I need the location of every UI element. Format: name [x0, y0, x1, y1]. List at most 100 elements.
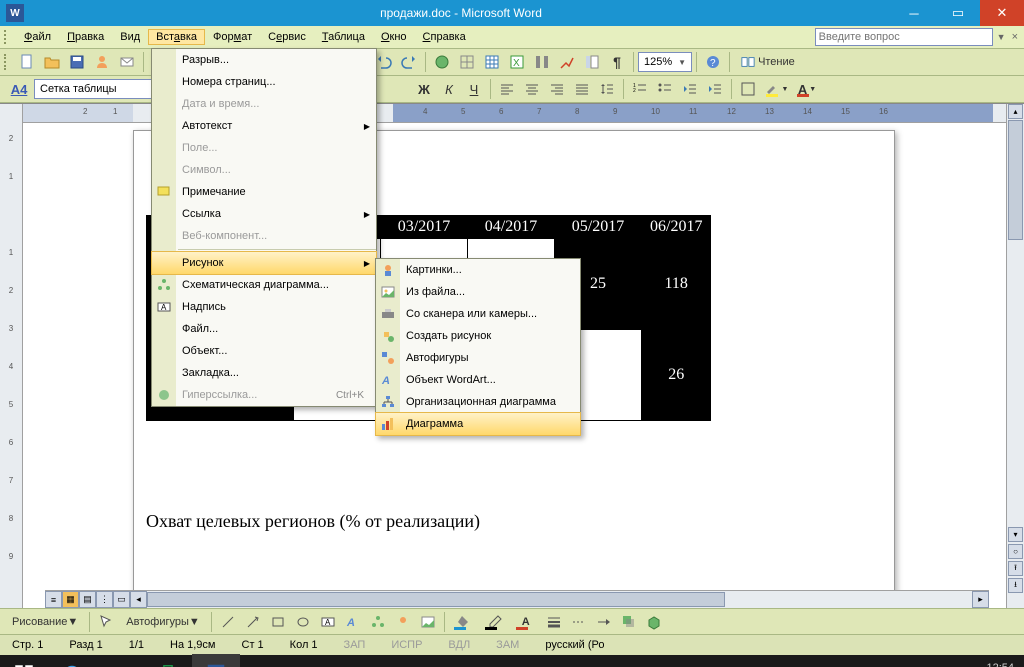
- scroll-down-button[interactable]: ▾: [1008, 527, 1023, 542]
- insert-clipart-button[interactable]: [391, 610, 415, 634]
- menu-item-clipart[interactable]: Картинки...: [376, 259, 580, 281]
- scroll-left-button[interactable]: ◂: [130, 591, 147, 608]
- arrow-button[interactable]: [241, 610, 265, 634]
- menu-item-from-file[interactable]: Из файла...: [376, 281, 580, 303]
- print-view-button[interactable]: ▤: [79, 591, 96, 608]
- close-button[interactable]: ✕: [980, 0, 1024, 26]
- toolbar-grip[interactable]: [4, 54, 12, 70]
- help-search-input[interactable]: [815, 28, 993, 46]
- menu-item-hyperlink[interactable]: Гиперссылка...Ctrl+K: [152, 384, 376, 406]
- arrow-style-button[interactable]: [592, 610, 616, 634]
- show-formatting-button[interactable]: ¶: [605, 50, 629, 74]
- highlight-button[interactable]: ▼: [761, 77, 791, 101]
- menu-item-object[interactable]: Объект...: [152, 340, 376, 362]
- taskbar-explorer[interactable]: [96, 655, 144, 667]
- menu-item-page-numbers[interactable]: Номера страниц...: [152, 71, 376, 93]
- permission-button[interactable]: [90, 50, 114, 74]
- insert-table-button[interactable]: [480, 50, 504, 74]
- toolbar-grip[interactable]: [4, 30, 12, 44]
- insert-diagram-button[interactable]: [366, 610, 390, 634]
- 3d-button[interactable]: [642, 610, 666, 634]
- align-center-button[interactable]: [520, 77, 544, 101]
- select-objects-button[interactable]: [94, 610, 118, 634]
- menu-item-file[interactable]: Файл...: [152, 318, 376, 340]
- status-ovr[interactable]: ЗАМ: [490, 639, 525, 651]
- hyperlink-button[interactable]: [430, 50, 454, 74]
- borders-button[interactable]: [736, 77, 760, 101]
- menu-item-new-drawing[interactable]: Создать рисунок: [376, 325, 580, 347]
- zoom-combo[interactable]: 125%▼: [638, 52, 692, 72]
- menu-edit[interactable]: Правка: [59, 29, 112, 45]
- menu-item-autoshapes[interactable]: Автофигуры: [376, 347, 580, 369]
- save-button[interactable]: [65, 50, 89, 74]
- table-style-combo[interactable]: Сетка таблицы▼: [34, 79, 170, 99]
- status-trk[interactable]: ИСПР: [385, 639, 428, 651]
- open-button[interactable]: [40, 50, 64, 74]
- taskbar-ie[interactable]: [48, 655, 96, 667]
- rectangle-button[interactable]: [266, 610, 290, 634]
- taskbar-word[interactable]: W: [192, 654, 240, 667]
- start-button[interactable]: [0, 655, 48, 667]
- new-doc-button[interactable]: [15, 50, 39, 74]
- menu-tools[interactable]: Сервис: [260, 29, 314, 45]
- help-button[interactable]: ?: [701, 50, 725, 74]
- scroll-thumb[interactable]: [1008, 120, 1023, 240]
- menu-item-diagram-schematic[interactable]: Схематическая диаграмма...: [152, 274, 376, 296]
- menu-item-scanner[interactable]: Со сканера или камеры...: [376, 303, 580, 325]
- normal-view-button[interactable]: ≡: [45, 591, 62, 608]
- italic-button[interactable]: К: [437, 77, 461, 101]
- menu-item-bookmark[interactable]: Закладка...: [152, 362, 376, 384]
- menu-item-symbol[interactable]: Символ...: [152, 159, 376, 181]
- align-left-button[interactable]: [495, 77, 519, 101]
- menu-help[interactable]: Справка: [415, 29, 474, 45]
- scroll-up-button[interactable]: ▴: [1008, 104, 1023, 119]
- menu-item-wordart[interactable]: AОбъект WordArt...: [376, 369, 580, 391]
- menu-item-web-component[interactable]: Веб-компонент...: [152, 225, 376, 247]
- font-color-draw-button[interactable]: A: [511, 610, 541, 634]
- redo-button[interactable]: [397, 50, 421, 74]
- line-style-button[interactable]: [542, 610, 566, 634]
- status-rec[interactable]: ЗАП: [338, 639, 372, 651]
- browse-object-button[interactable]: ○: [1008, 544, 1023, 559]
- status-lang[interactable]: русский (Ро: [539, 639, 610, 651]
- menu-item-comment[interactable]: Примечание: [152, 181, 376, 203]
- email-button[interactable]: [115, 50, 139, 74]
- textbox-button[interactable]: A: [316, 610, 340, 634]
- menu-item-autotext[interactable]: Автотекст▶: [152, 115, 376, 137]
- excel-button[interactable]: X: [505, 50, 529, 74]
- next-page-button[interactable]: ⭳: [1008, 578, 1023, 593]
- oval-button[interactable]: [291, 610, 315, 634]
- menu-item-org-chart[interactable]: Организационная диаграмма: [376, 391, 580, 413]
- font-color-button[interactable]: A▼: [792, 77, 822, 101]
- columns-button[interactable]: [530, 50, 554, 74]
- bold-button[interactable]: Ж: [412, 77, 436, 101]
- system-tray[interactable]: FREE-OFFICE.NET ▲ РУС 📶 🔊 12:54 30.08.20…: [718, 662, 1024, 667]
- minimize-button[interactable]: ─: [892, 0, 936, 26]
- line-spacing-button[interactable]: [595, 77, 619, 101]
- menu-view[interactable]: Вид: [112, 29, 148, 45]
- web-view-button[interactable]: ▦: [62, 591, 79, 608]
- horizontal-scrollbar[interactable]: ≡ ▦ ▤ ⋮ ▭ ◂ ▸: [45, 590, 989, 608]
- scroll-right-button[interactable]: ▸: [972, 591, 989, 608]
- status-ext[interactable]: ВДЛ: [442, 639, 476, 651]
- menu-insert[interactable]: Вставка: [148, 29, 205, 45]
- bullets-button[interactable]: [653, 77, 677, 101]
- insert-picture-button[interactable]: [416, 610, 440, 634]
- menu-format[interactable]: Формат: [205, 29, 260, 45]
- menu-item-picture[interactable]: Рисунок▶: [151, 251, 377, 275]
- menu-item-break[interactable]: Разрыв...: [152, 49, 376, 71]
- tables-borders-button[interactable]: [455, 50, 479, 74]
- wordart-button[interactable]: A: [341, 610, 365, 634]
- underline-button[interactable]: Ч: [462, 77, 486, 101]
- dash-style-button[interactable]: [567, 610, 591, 634]
- reading-view-button[interactable]: ▭: [113, 591, 130, 608]
- menu-item-chart[interactable]: Диаграмма: [375, 412, 581, 436]
- drawing-menu-button[interactable]: Рисование ▼: [5, 610, 85, 634]
- taskbar-store[interactable]: [144, 655, 192, 667]
- numbering-button[interactable]: 12: [628, 77, 652, 101]
- prev-page-button[interactable]: ⭱: [1008, 561, 1023, 576]
- shadow-button[interactable]: [617, 610, 641, 634]
- vertical-ruler[interactable]: 21 12 34 56 78 9: [0, 104, 23, 608]
- menu-table[interactable]: Таблица: [314, 29, 373, 45]
- menu-item-field[interactable]: Поле...: [152, 137, 376, 159]
